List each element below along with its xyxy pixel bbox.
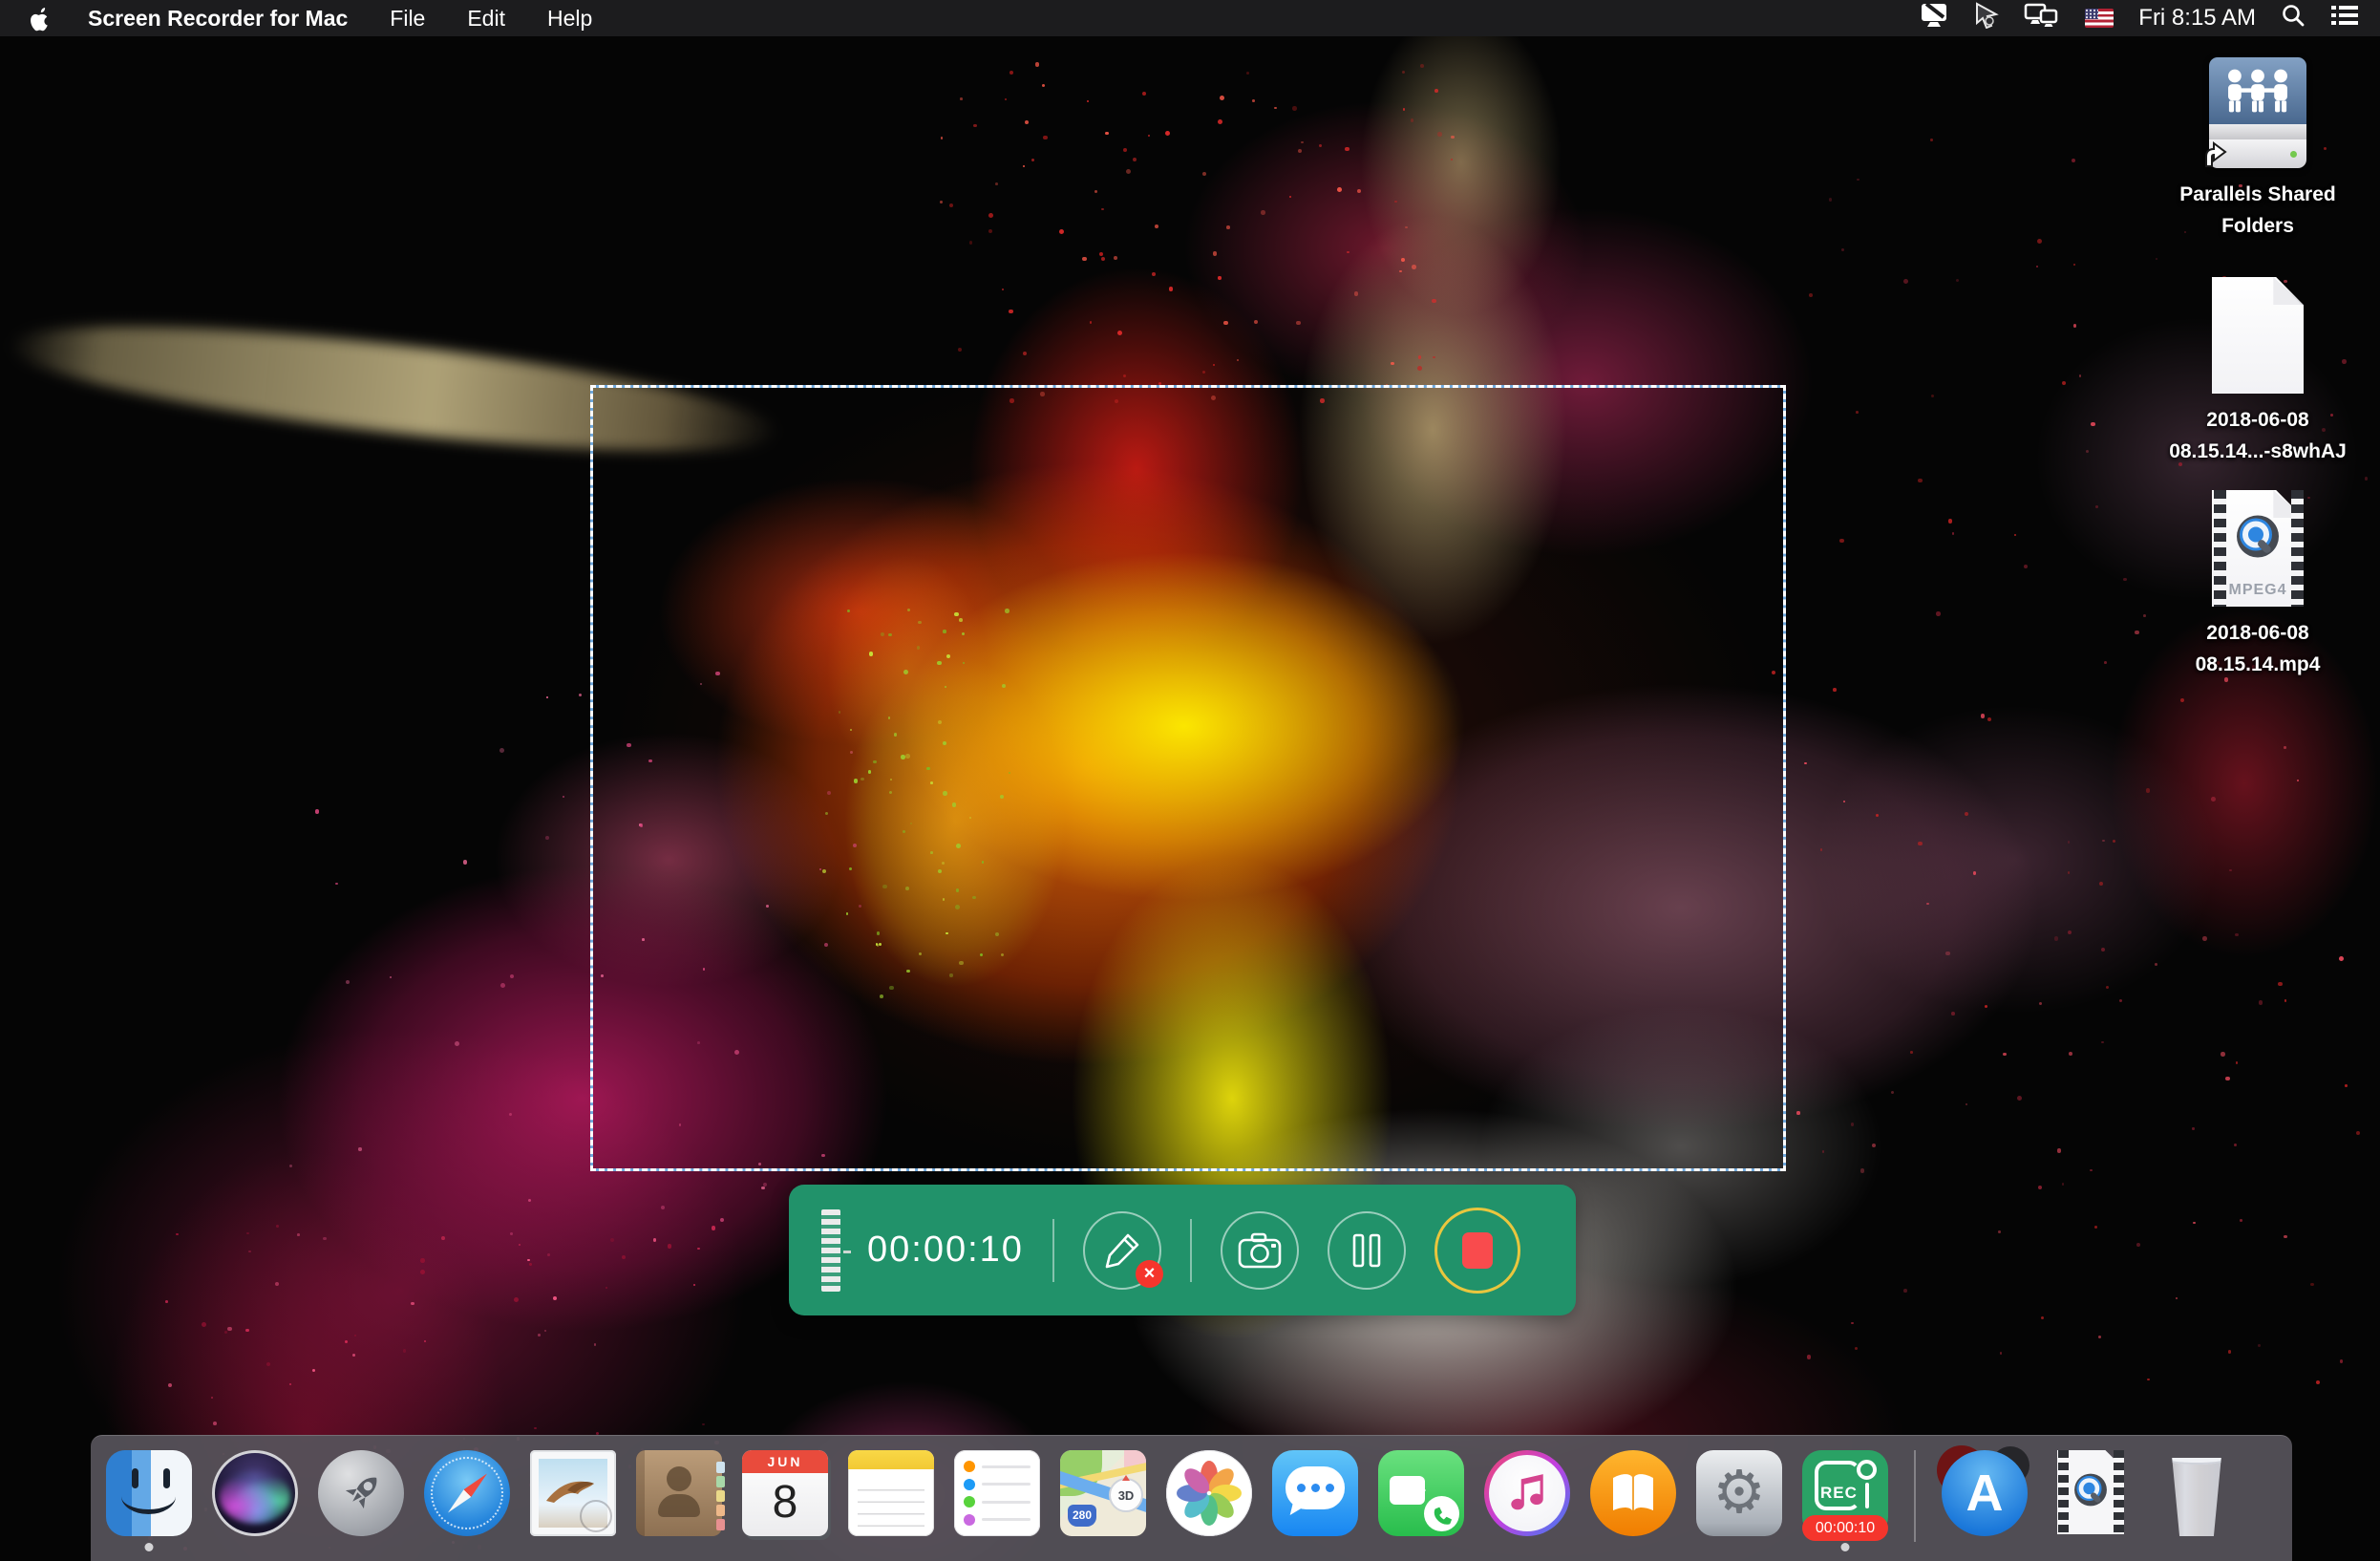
dock-item-screen-recorder[interactable]: REC 00:00:10 <box>1802 1450 1888 1536</box>
dock-item-calendar[interactable]: JUN 8 <box>742 1450 828 1536</box>
trash-icon <box>2170 1458 2223 1536</box>
shared-people-glyph <box>2217 66 2299 116</box>
recording-timer: 00:00:10 <box>867 1230 1024 1271</box>
desktop-icon-label: 2018-06-08 08.15.14...-s8whAJ <box>2157 405 2358 467</box>
running-indicator <box>145 1543 154 1551</box>
toolbar-divider <box>1190 1219 1192 1282</box>
parallels-display-icon[interactable] <box>1919 2 1949 34</box>
maps-route-shield: 280 <box>1068 1505 1096 1527</box>
menu-bar-clock[interactable]: Fri 8:15 AM <box>2138 5 2256 32</box>
photos-icon <box>1166 1450 1252 1536</box>
annotate-disabled-badge: × <box>1136 1260 1163 1288</box>
facetime-icon <box>1378 1450 1464 1536</box>
dock-item-itunes[interactable] <box>1484 1450 1570 1536</box>
stop-icon <box>1462 1232 1493 1269</box>
mpeg4-badge: MPEG4 <box>2228 582 2286 599</box>
menu-file[interactable]: File <box>390 6 425 32</box>
rec-label: REC <box>1820 1484 1858 1503</box>
app-store-letter: A <box>1966 1464 2004 1523</box>
annotate-button[interactable]: × <box>1083 1211 1161 1290</box>
messages-icon <box>1272 1450 1358 1536</box>
menu-help[interactable]: Help <box>547 6 592 32</box>
pause-button[interactable] <box>1328 1211 1406 1290</box>
alias-arrow-badge <box>2201 140 2230 174</box>
desktop-icon-label: Parallels Shared Folders <box>2157 180 2358 242</box>
apple-menu-icon[interactable] <box>29 4 53 32</box>
system-preferences-icon: ⚙ <box>1696 1450 1782 1536</box>
calendar-icon: JUN 8 <box>742 1450 828 1536</box>
calendar-month: JUN <box>742 1450 828 1473</box>
drive-led <box>2290 151 2297 158</box>
dock-item-notes[interactable] <box>848 1450 934 1536</box>
dock-item-launchpad[interactable] <box>318 1450 404 1536</box>
contacts-icon <box>636 1450 722 1536</box>
dock-item-app-store[interactable]: A <box>1942 1450 2028 1536</box>
dock-item-maps[interactable]: 280 3D <box>1060 1450 1146 1536</box>
menu-edit[interactable]: Edit <box>467 6 505 32</box>
screen-recorder-icon: REC 00:00:10 <box>1802 1450 1888 1536</box>
dock-separator <box>1914 1450 1916 1542</box>
dock-item-mail[interactable] <box>530 1450 616 1536</box>
dock-item-quicktime-file[interactable] <box>2048 1450 2134 1536</box>
dock-item-ibooks[interactable] <box>1590 1450 1676 1536</box>
finder-icon <box>106 1450 192 1536</box>
desktop-screen: Screen Recorder for Mac File Edit Help F… <box>0 0 2380 1561</box>
dock-item-siri[interactable] <box>212 1450 298 1536</box>
itunes-icon <box>1484 1450 1570 1536</box>
quicktime-file-icon <box>2057 1450 2124 1534</box>
notes-icon <box>848 1450 934 1536</box>
network-drive-icon <box>2209 57 2306 168</box>
document-icon <box>2212 277 2304 394</box>
ibooks-icon <box>1590 1450 1676 1536</box>
desktop-icon-screenshot-document[interactable]: 2018-06-08 08.15.14...-s8whAJ <box>2153 277 2363 467</box>
camera-icon <box>1237 1231 1283 1270</box>
dock-item-trash[interactable] <box>2154 1450 2240 1536</box>
dock-item-reminders[interactable] <box>954 1450 1040 1536</box>
running-indicator <box>1841 1543 1850 1551</box>
pencil-icon <box>1101 1230 1143 1272</box>
desktop-icon-parallels-shared-folders[interactable]: Parallels Shared Folders <box>2153 57 2363 242</box>
dock: JUN 8 280 3D <box>91 1435 2292 1561</box>
spotlight-search-icon[interactable] <box>2281 3 2306 33</box>
pointer-icon[interactable] <box>1974 2 1999 34</box>
dock-item-system-preferences[interactable]: ⚙ <box>1696 1450 1782 1536</box>
dock-item-messages[interactable] <box>1272 1450 1358 1536</box>
launchpad-icon <box>318 1450 404 1536</box>
recorder-toolbar: 00:00:10 × <box>789 1185 1576 1315</box>
mail-icon <box>530 1450 616 1536</box>
safari-icon <box>424 1450 510 1536</box>
calendar-day: 8 <box>742 1473 828 1532</box>
pause-icon <box>1350 1232 1383 1269</box>
stop-button[interactable] <box>1434 1208 1520 1294</box>
maps-3d-dial: 3D <box>1109 1478 1143 1512</box>
capture-selection-region[interactable] <box>590 385 1786 1171</box>
app-store-icon: A <box>1942 1450 2028 1536</box>
dock-item-safari[interactable] <box>424 1450 510 1536</box>
notification-list-icon[interactable] <box>2330 4 2359 32</box>
mpeg4-file-icon: MPEG4 <box>2212 490 2304 607</box>
audio-level-meter <box>821 1209 840 1292</box>
dock-item-finder[interactable] <box>106 1450 192 1536</box>
dual-display-icon[interactable] <box>2024 2 2060 34</box>
dock-item-contacts[interactable] <box>636 1450 722 1536</box>
dock-item-photos[interactable] <box>1166 1450 1252 1536</box>
siri-icon <box>212 1450 298 1536</box>
toolbar-divider <box>1052 1219 1054 1282</box>
menu-bar: Screen Recorder for Mac File Edit Help F… <box>0 0 2380 36</box>
maps-icon: 280 3D <box>1060 1450 1146 1536</box>
app-menu-title[interactable]: Screen Recorder for Mac <box>88 6 348 32</box>
screenshot-button[interactable] <box>1221 1211 1299 1290</box>
us-flag-icon[interactable] <box>2085 9 2114 28</box>
reminders-icon <box>954 1450 1040 1536</box>
quicktime-q-logo <box>2233 512 2283 567</box>
desktop-icon-recording-video[interactable]: MPEG4 2018-06-08 08.15.14.mp4 <box>2153 490 2363 680</box>
rec-timer-badge: 00:00:10 <box>1802 1515 1888 1541</box>
desktop-icon-label: 2018-06-08 08.15.14.mp4 <box>2157 618 2358 680</box>
dock-item-facetime[interactable] <box>1378 1450 1464 1536</box>
